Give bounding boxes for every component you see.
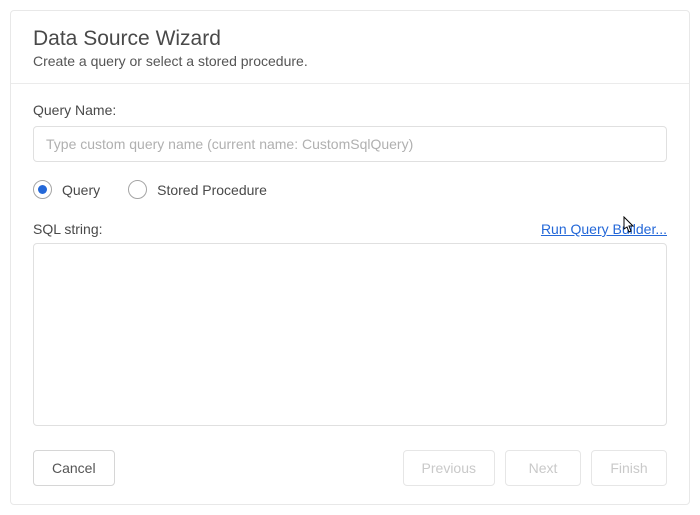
radio-button-icon (33, 180, 52, 199)
sql-header-row: SQL string: Run Query Builder... (33, 221, 667, 237)
next-button[interactable]: Next (505, 450, 581, 486)
finish-button[interactable]: Finish (591, 450, 667, 486)
data-source-wizard: Data Source Wizard Create a query or sel… (10, 10, 690, 505)
wizard-header: Data Source Wizard Create a query or sel… (11, 11, 689, 84)
run-query-builder-link[interactable]: Run Query Builder... (541, 221, 667, 237)
sql-string-label: SQL string: (33, 221, 103, 237)
query-name-label: Query Name: (33, 102, 667, 118)
wizard-footer: Cancel Previous Next Finish (11, 436, 689, 504)
wizard-subtitle: Create a query or select a stored proced… (33, 53, 667, 69)
radio-stored-procedure[interactable]: Stored Procedure (128, 180, 267, 199)
radio-query-label: Query (62, 182, 100, 198)
previous-button[interactable]: Previous (403, 450, 495, 486)
wizard-title: Data Source Wizard (33, 27, 667, 51)
wizard-body: Query Name: Query Stored Procedure SQL s… (11, 84, 689, 436)
radio-stored-procedure-label: Stored Procedure (157, 182, 267, 198)
query-name-input[interactable] (33, 126, 667, 162)
radio-button-icon (128, 180, 147, 199)
query-type-radio-group: Query Stored Procedure (33, 180, 667, 199)
sql-string-textarea[interactable] (33, 243, 667, 426)
radio-selected-dot-icon (38, 185, 47, 194)
cancel-button[interactable]: Cancel (33, 450, 115, 486)
radio-query[interactable]: Query (33, 180, 100, 199)
footer-right-buttons: Previous Next Finish (403, 450, 667, 486)
